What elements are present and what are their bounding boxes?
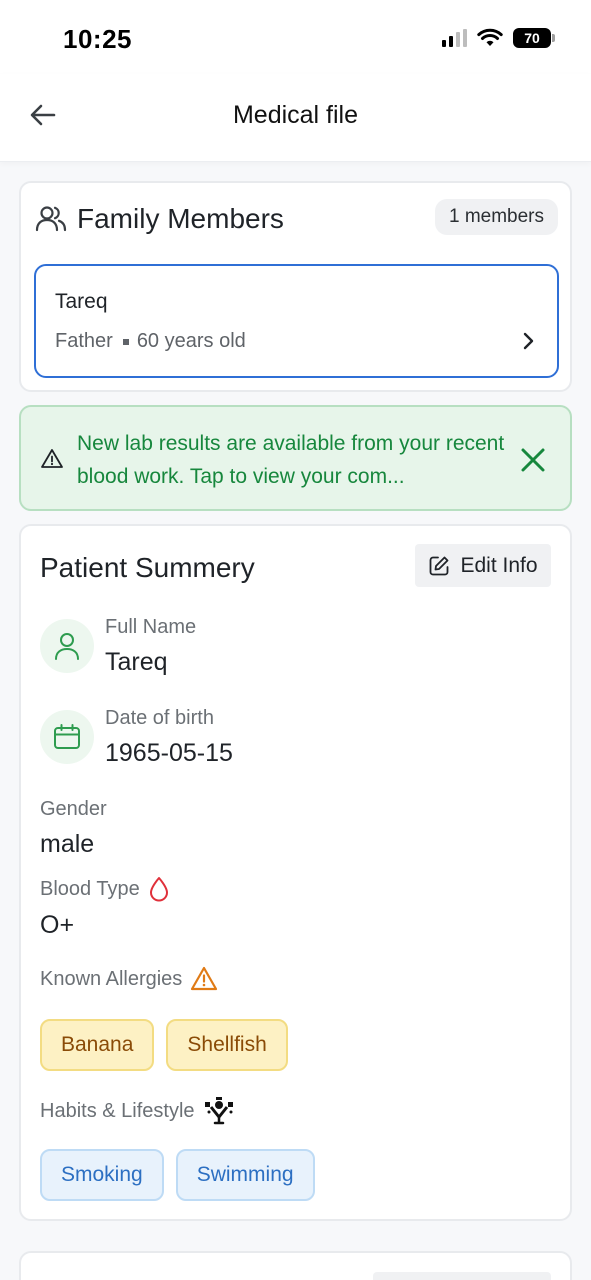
next-section-card bbox=[19, 1251, 572, 1280]
dob-value: 1965-05-15 bbox=[105, 739, 233, 767]
gender-value: male bbox=[40, 830, 95, 858]
dob-label: Date of birth bbox=[105, 707, 214, 729]
battery-indicator: 70 bbox=[513, 28, 555, 48]
blood-type-value: O+ bbox=[40, 911, 75, 939]
habit-tags: Smoking Swimming bbox=[40, 1149, 315, 1201]
calendar-icon bbox=[54, 724, 80, 749]
next-section-button[interactable] bbox=[373, 1272, 551, 1280]
edit-icon bbox=[430, 556, 449, 575]
member-age: 60 years old bbox=[136, 330, 246, 352]
known-allergies-label-text: Known Allergies bbox=[40, 967, 183, 990]
gender-label: Gender bbox=[40, 798, 107, 821]
patient-summary-card: Patient Summery Edit Info Full Name Tare… bbox=[19, 524, 572, 1221]
habits-lifestyle-label: Habits & Lifestyle bbox=[40, 1096, 235, 1126]
blood-type-label: Blood Type bbox=[40, 876, 170, 902]
status-icons: 70 bbox=[442, 28, 555, 48]
allergy-tag: Banana bbox=[40, 1019, 155, 1071]
warning-icon bbox=[41, 449, 63, 468]
chevron-right-icon bbox=[523, 332, 534, 350]
lifestyle-icon bbox=[204, 1097, 233, 1125]
lab-results-alert[interactable]: New lab results are available from your … bbox=[19, 405, 572, 511]
blood-drop-icon bbox=[149, 877, 168, 902]
habits-lifestyle-label-text: Habits & Lifestyle bbox=[40, 1099, 195, 1122]
edit-info-label: Edit Info bbox=[460, 553, 538, 577]
user-icon-circle bbox=[40, 619, 94, 673]
separator-dot bbox=[122, 338, 129, 345]
allergy-tags: Banana Shellfish bbox=[40, 1019, 288, 1071]
app-header: Medical file bbox=[0, 74, 591, 162]
family-member-item[interactable]: Tareq Father 60 years old bbox=[34, 264, 559, 378]
member-relation: Father bbox=[55, 330, 113, 352]
habit-tag: Smoking bbox=[40, 1149, 164, 1201]
alert-message: New lab results are available from your … bbox=[77, 432, 505, 488]
edit-info-button[interactable]: Edit Info bbox=[415, 544, 551, 587]
full-name-value: Tareq bbox=[105, 648, 168, 676]
users-icon bbox=[35, 206, 67, 232]
member-meta: Father 60 years old bbox=[55, 330, 246, 353]
family-members-card: Family Members 1 members Tareq Father 60… bbox=[19, 181, 572, 392]
gender-label-text: Gender bbox=[40, 798, 107, 820]
family-members-title: Family Members bbox=[77, 203, 284, 234]
members-count-badge: 1 members bbox=[434, 199, 558, 235]
cellular-signal-icon bbox=[442, 29, 467, 47]
wifi-icon bbox=[477, 28, 503, 46]
allergy-tag: Shellfish bbox=[166, 1019, 288, 1071]
patient-summary-title: Patient Summery bbox=[40, 552, 255, 583]
calendar-icon-circle bbox=[40, 710, 94, 764]
status-bar: 10:25 70 bbox=[0, 0, 591, 74]
habit-tag: Swimming bbox=[175, 1149, 315, 1201]
status-time: 10:25 bbox=[63, 24, 132, 54]
user-icon bbox=[55, 633, 79, 660]
full-name-label: Full Name bbox=[105, 616, 197, 638]
warning-icon bbox=[191, 966, 218, 991]
blood-type-label-text: Blood Type bbox=[40, 877, 140, 900]
close-icon[interactable] bbox=[518, 445, 548, 475]
known-allergies-label: Known Allergies bbox=[40, 966, 218, 992]
member-name: Tareq bbox=[55, 290, 108, 313]
page-title: Medical file bbox=[232, 101, 359, 129]
